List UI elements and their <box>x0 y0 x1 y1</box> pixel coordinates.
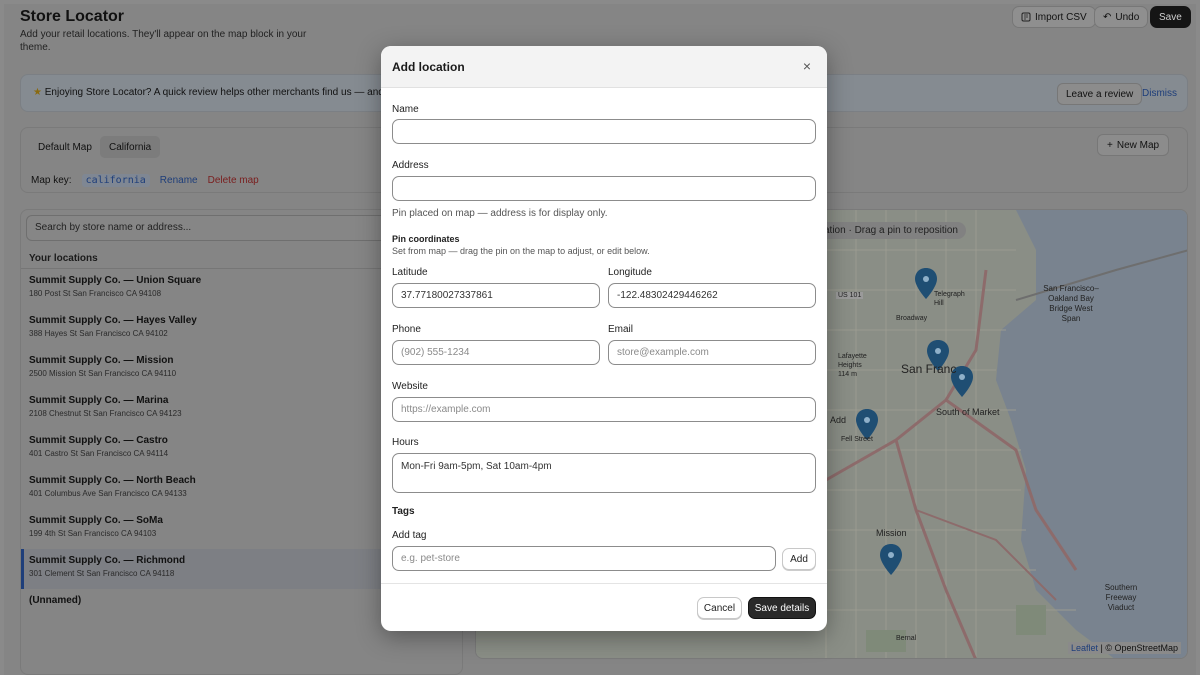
map-label-bridge: San Francisco–Oakland Bay Bridge West Sp… <box>1043 284 1099 323</box>
leaflet-link[interactable]: Leaflet <box>1071 643 1098 653</box>
name-label: Name <box>392 104 419 115</box>
latitude-label: Latitude <box>392 267 428 278</box>
map-label-bernal: Bernal <box>896 635 917 642</box>
dismiss-link[interactable]: Dismiss <box>1142 88 1177 99</box>
plus-icon: + <box>1107 139 1113 151</box>
import-csv-button[interactable]: Import CSV <box>1012 6 1096 28</box>
website-label: Website <box>392 381 428 392</box>
import-csv-label: Import CSV <box>1035 11 1087 23</box>
map-label-som: South of Market <box>936 407 1000 417</box>
longitude-label: Longitude <box>608 267 652 278</box>
email-label: Email <box>608 324 634 335</box>
map-key-label: Map key: <box>31 175 72 186</box>
add-location-dialog: Add location × Name Address Pin placed o… <box>381 46 827 631</box>
page-subtitle: Add your retail locations. They'll appea… <box>20 29 307 53</box>
locations-heading: Your locations <box>29 253 98 264</box>
review-banner-message: Enjoying Store Locator? A quick review h… <box>44 87 411 98</box>
latitude-input[interactable]: 37.77180027337861 <box>392 283 600 308</box>
new-map-button[interactable]: + New Map <box>1097 134 1170 156</box>
undo-button[interactable]: ↶ Undo <box>1094 6 1149 28</box>
hours-label: Hours <box>392 437 419 448</box>
tag-input[interactable]: e.g. pet-store <box>392 546 776 571</box>
save-details-button[interactable]: Save details <box>748 597 816 619</box>
address-hint: Pin placed on map — address is for displ… <box>392 208 608 219</box>
map-label-us101: US 101 <box>836 292 864 299</box>
map-key-value: california <box>81 174 150 187</box>
hours-textarea[interactable]: Mon-Fri 9am-5pm, Sat 10am-4pm <box>392 453 816 493</box>
phone-input[interactable]: (902) 555-1234 <box>392 340 600 365</box>
add-tag-label: Add tag <box>392 530 427 541</box>
cancel-button[interactable]: Cancel <box>697 597 742 619</box>
save-button[interactable]: Save <box>1150 6 1191 28</box>
import-icon <box>1021 12 1031 22</box>
star-icon: ★ <box>33 87 42 98</box>
close-icon[interactable]: × <box>799 58 815 74</box>
dialog-header: Add location × <box>381 46 827 88</box>
phone-label: Phone <box>392 324 421 335</box>
name-input[interactable] <box>392 119 816 144</box>
new-map-label: New Map <box>1116 139 1160 151</box>
undo-icon: ↶ <box>1103 11 1112 23</box>
map-label-add: Add <box>830 415 847 425</box>
map-label-lafayette: Lafayette Heights 114 m <box>838 353 867 378</box>
map-label-southern: Southern Freeway Viaduct <box>1104 583 1138 612</box>
address-label: Address <box>392 160 429 171</box>
map-label-mission: Mission <box>876 528 907 538</box>
tags-heading: Tags <box>392 506 415 517</box>
delete-map-link[interactable]: Delete map <box>208 175 259 186</box>
leave-review-button[interactable]: Leave a review <box>1057 83 1143 105</box>
dialog-title: Add location <box>392 60 465 74</box>
map-label-sf: San Franc <box>901 362 957 376</box>
map-label-fell-street: Fell Street <box>841 436 873 443</box>
longitude-input[interactable]: -122.48302429446262 <box>608 283 816 308</box>
address-input[interactable] <box>392 176 816 201</box>
dialog-footer-divider <box>381 583 827 584</box>
website-input[interactable]: https://example.com <box>392 397 816 422</box>
tab-default-map[interactable]: Default Map <box>29 136 101 158</box>
rename-link[interactable]: Rename <box>160 175 198 186</box>
coordinates-heading: Pin coordinates <box>392 234 460 244</box>
tab-california[interactable]: California <box>100 136 161 158</box>
coordinates-hint: Set from map — drag the pin on the map t… <box>392 246 650 256</box>
add-tag-button[interactable]: Add <box>782 548 816 570</box>
save-label: Save <box>1159 11 1182 23</box>
undo-label: Undo <box>1115 11 1140 23</box>
osm-attribution: | © OpenStreetMap <box>1100 643 1178 653</box>
map-label-broadway: Broadway <box>896 315 928 322</box>
map-label-telegraph: Telegraph Hill <box>934 291 965 307</box>
map-drag-hint: ation · Drag a pin to reposition <box>816 222 966 239</box>
map-attribution: Leaflet | © OpenStreetMap <box>1067 642 1181 654</box>
map-key-row: Map key: california Rename Delete map <box>31 174 259 187</box>
email-input[interactable]: store@example.com <box>608 340 816 365</box>
page-title: Store Locator <box>20 8 125 25</box>
review-banner-text: ★ Enjoying Store Locator? A quick review… <box>33 87 411 98</box>
